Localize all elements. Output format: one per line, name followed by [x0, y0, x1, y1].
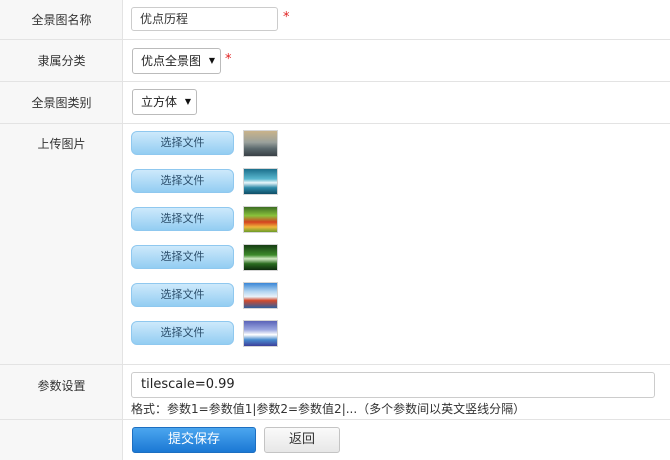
panorama-name-input[interactable]: 优点历程: [131, 7, 278, 31]
params-input[interactable]: tilescale=0.99: [131, 372, 655, 398]
panorama-type-selected-value: 立方体: [141, 95, 178, 109]
choose-file-button[interactable]: 选择文件: [131, 283, 234, 307]
image-thumbnail: [243, 206, 278, 233]
panorama-type-select[interactable]: 立方体 ▼: [132, 89, 197, 115]
image-thumbnail: [243, 282, 278, 309]
image-thumbnail: [243, 244, 278, 271]
row-panorama-name: 全景图名称 优点历程 *: [0, 0, 670, 40]
triangle-down-icon: ▼: [184, 97, 191, 106]
row-panorama-type: 全景图类别 立方体 ▼: [0, 82, 670, 124]
category-selected-value: 优点全景图: [141, 54, 202, 68]
back-button[interactable]: 返回: [264, 427, 340, 453]
label-cell: 全景图类别: [0, 82, 123, 123]
choose-file-button[interactable]: 选择文件: [131, 321, 234, 345]
panorama-form: 全景图名称 优点历程 * 隶属分类 优点全景图 ▼ * 全景图类别 立方体 ▼ …: [0, 0, 670, 460]
panorama-type-label: 全景图类别: [31, 96, 92, 110]
row-actions: 提交保存 返回: [0, 420, 670, 460]
required-mark: *: [283, 10, 290, 25]
submit-save-button[interactable]: 提交保存: [132, 427, 256, 453]
category-label: 隶属分类: [37, 54, 86, 68]
label-cell: [0, 420, 123, 460]
image-thumbnail: [243, 168, 278, 195]
label-cell: 参数设置: [0, 365, 123, 419]
label-cell: 全景图名称: [0, 0, 123, 39]
required-mark: *: [225, 52, 232, 67]
panorama-name-label: 全景图名称: [31, 13, 92, 27]
category-select[interactable]: 优点全景图 ▼: [132, 48, 221, 74]
label-cell: 上传图片: [0, 124, 123, 364]
choose-file-button[interactable]: 选择文件: [131, 131, 234, 155]
upload-label: 上传图片: [37, 137, 86, 151]
image-thumbnail: [243, 320, 278, 347]
choose-file-button[interactable]: 选择文件: [131, 245, 234, 269]
choose-file-button[interactable]: 选择文件: [131, 207, 234, 231]
image-thumbnail: [243, 130, 278, 157]
row-category: 隶属分类 优点全景图 ▼ *: [0, 40, 670, 82]
label-cell: 隶属分类: [0, 40, 123, 81]
row-params: 参数设置 tilescale=0.99 格式：参数1=参数值1|参数2=参数值2…: [0, 365, 670, 420]
choose-file-button[interactable]: 选择文件: [131, 169, 234, 193]
params-format-hint: 格式：参数1=参数值1|参数2=参数值2|...（多个参数间以英文竖线分隔）: [131, 402, 526, 416]
params-label: 参数设置: [37, 379, 86, 393]
triangle-down-icon: ▼: [208, 56, 215, 65]
row-upload: 上传图片 选择文件 选择文件 选择文件 选择文件 选择文件 选择文件: [0, 124, 670, 365]
